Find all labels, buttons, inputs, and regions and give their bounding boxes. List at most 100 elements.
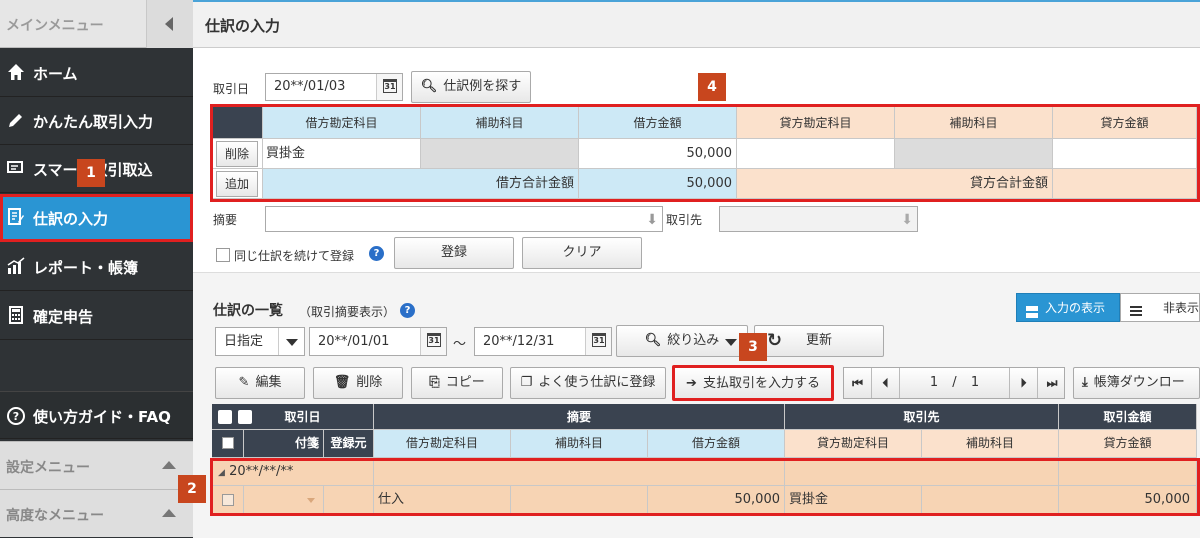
page-separator: /	[952, 375, 957, 390]
sidebar-item-guide[interactable]: ? 使い方ガイド・FAQ	[0, 391, 193, 439]
sidebar-collapse-button[interactable]	[146, 0, 193, 48]
download-icon: ⤓	[1082, 375, 1088, 390]
expand-icon[interactable]	[218, 410, 232, 424]
to-date-input[interactable]: 20**/12/31 31	[474, 327, 612, 356]
callout-badge-3: 3	[739, 333, 767, 361]
partner-input[interactable]: ⬇︎	[719, 206, 918, 232]
last-page-icon[interactable]: ⏭︎	[1038, 368, 1066, 398]
page-header: 仕訳の入力	[193, 0, 1200, 48]
delete-label: 削除	[356, 375, 383, 390]
col-credit-amount: 貸方金額	[1053, 107, 1197, 139]
filter-label: 絞り込み	[667, 333, 720, 348]
sidebar-item-tax-return[interactable]: 確定申告	[0, 292, 193, 340]
show-input-toggle[interactable]: 入力の表示	[1016, 293, 1120, 322]
col-credit-sub: 補助科目	[922, 430, 1059, 458]
sidebar-item-label: かんたん取引入力	[33, 113, 154, 131]
highlight-journal-row	[210, 458, 1200, 516]
next-page-icon[interactable]: ⏵︎	[1010, 368, 1038, 398]
page-total: 1	[970, 375, 980, 390]
date-input[interactable]: 20**/01/03 31	[265, 73, 403, 101]
register-button[interactable]: 登録	[394, 237, 514, 269]
download-ledger-button[interactable]: ⤓ 帳簿ダウンロー	[1073, 367, 1200, 399]
copy-label: コピー	[445, 375, 485, 390]
col-date-label: 取引日	[284, 410, 321, 424]
chevron-left-icon	[165, 17, 173, 31]
calendar-icon[interactable]: 31	[585, 328, 611, 355]
credit-account-input[interactable]	[737, 139, 895, 169]
col-date: 取引日	[212, 404, 374, 430]
select-all-checkbox[interactable]	[222, 437, 234, 449]
show-input-label: 入力の表示	[1045, 301, 1106, 315]
sidebar-item-reports[interactable]: レポート・帳簿	[0, 243, 193, 291]
refresh-button[interactable]: ↻ 更新	[754, 325, 884, 357]
payment-entry-button[interactable]: ➔ 支払取引を入力する	[672, 365, 834, 401]
chevron-up-icon	[162, 461, 176, 469]
copy-icon: ⎘	[429, 375, 440, 390]
arrow-down-icon[interactable]: ⬇︎	[646, 207, 658, 233]
col-credit-amount: 貸方金額	[1059, 430, 1197, 458]
sidebar-item-journal-entry[interactable]: 仕訳の入力	[0, 194, 193, 242]
partner-label: 取引先	[666, 213, 703, 227]
date-label: 取引日	[213, 82, 250, 96]
col-memo: 摘要	[374, 404, 785, 430]
prev-page-icon[interactable]: ⏴︎	[872, 368, 900, 398]
sidebar-item-home[interactable]: ホーム	[0, 49, 193, 97]
chart-icon	[6, 257, 26, 277]
date-mode-select[interactable]: 日指定	[215, 327, 305, 356]
col-credit-account: 貸方勘定科目	[785, 430, 922, 458]
sidebar-item-easy-entry[interactable]: かんたん取引入力	[0, 97, 193, 145]
arrow-right-icon: ➔	[686, 376, 697, 391]
callout-badge-4: 4	[698, 73, 726, 101]
collapse-icon[interactable]	[238, 410, 252, 424]
calculator-icon	[6, 306, 26, 326]
chevron-up-icon	[162, 509, 176, 517]
chevron-down-icon	[725, 339, 737, 346]
delete-row-button[interactable]: 削除	[216, 141, 258, 167]
continue-checkbox[interactable]	[216, 248, 230, 262]
clear-button[interactable]: クリア	[522, 237, 642, 269]
first-page-icon[interactable]: ⏮︎	[844, 368, 872, 398]
edit-button[interactable]: ✎ 編集	[215, 367, 305, 399]
col-debit-amount: 借方金額	[648, 430, 785, 458]
col-amount: 取引金額	[1059, 404, 1197, 430]
credit-sub-input	[895, 139, 1053, 169]
download-label: 帳簿ダウンロー	[1093, 375, 1185, 390]
help-icon[interactable]: ?	[400, 303, 415, 318]
delete-button[interactable]: 🗑︎ 削除	[313, 367, 403, 399]
favorite-button[interactable]: ❐ よく使う仕訳に登録	[510, 367, 666, 399]
debit-sub-input	[421, 139, 579, 169]
chevron-down-icon	[278, 328, 304, 355]
col-partner: 取引先	[785, 404, 1059, 430]
arrow-down-icon[interactable]: ⬇︎	[901, 207, 913, 233]
filter-button[interactable]: 🔍︎ 絞り込み	[616, 325, 748, 357]
pencil-icon: ✎	[238, 375, 250, 390]
credit-amount-input[interactable]	[1053, 139, 1197, 169]
to-date-value: 20**/12/31	[483, 334, 555, 349]
settings-menu-label: 設定メニュー	[6, 460, 90, 476]
list-icon	[1129, 301, 1143, 316]
hide-input-toggle[interactable]: 非表示	[1120, 293, 1200, 322]
add-row-button[interactable]: 追加	[216, 171, 258, 197]
calendar-icon[interactable]: 31	[420, 328, 446, 355]
find-example-label: 仕訳例を探す	[443, 79, 522, 94]
import-icon	[6, 159, 26, 179]
col-source: 登録元	[324, 430, 374, 458]
copy-button[interactable]: ⎘ コピー	[411, 367, 503, 399]
sidebar-advanced-menu[interactable]: 高度なメニュー	[0, 489, 193, 537]
debit-amount-input[interactable]: 50,000	[579, 139, 737, 169]
find-example-button[interactable]: 🔍︎ 仕訳例を探す	[411, 71, 531, 103]
from-date-input[interactable]: 20**/01/01 31	[309, 327, 447, 356]
advanced-menu-label: 高度なメニュー	[6, 508, 104, 524]
trash-icon: 🗑︎	[333, 375, 351, 390]
memo-input[interactable]: ⬇︎	[265, 206, 663, 232]
help-icon[interactable]: ?	[369, 246, 384, 261]
sidebar-settings-menu[interactable]: 設定メニュー	[0, 441, 193, 489]
col-credit-sub: 補助科目	[895, 107, 1053, 139]
debit-account-input[interactable]: 買掛金	[263, 139, 421, 169]
calendar-icon[interactable]: 31	[376, 74, 402, 100]
from-date-value: 20**/01/01	[318, 334, 390, 349]
continue-label: 同じ仕訳を続けて登録	[234, 249, 355, 263]
edit-label: 編集	[255, 375, 282, 390]
date-value: 20**/01/03	[274, 79, 346, 94]
favorite-label: よく使う仕訳に登録	[538, 375, 656, 390]
